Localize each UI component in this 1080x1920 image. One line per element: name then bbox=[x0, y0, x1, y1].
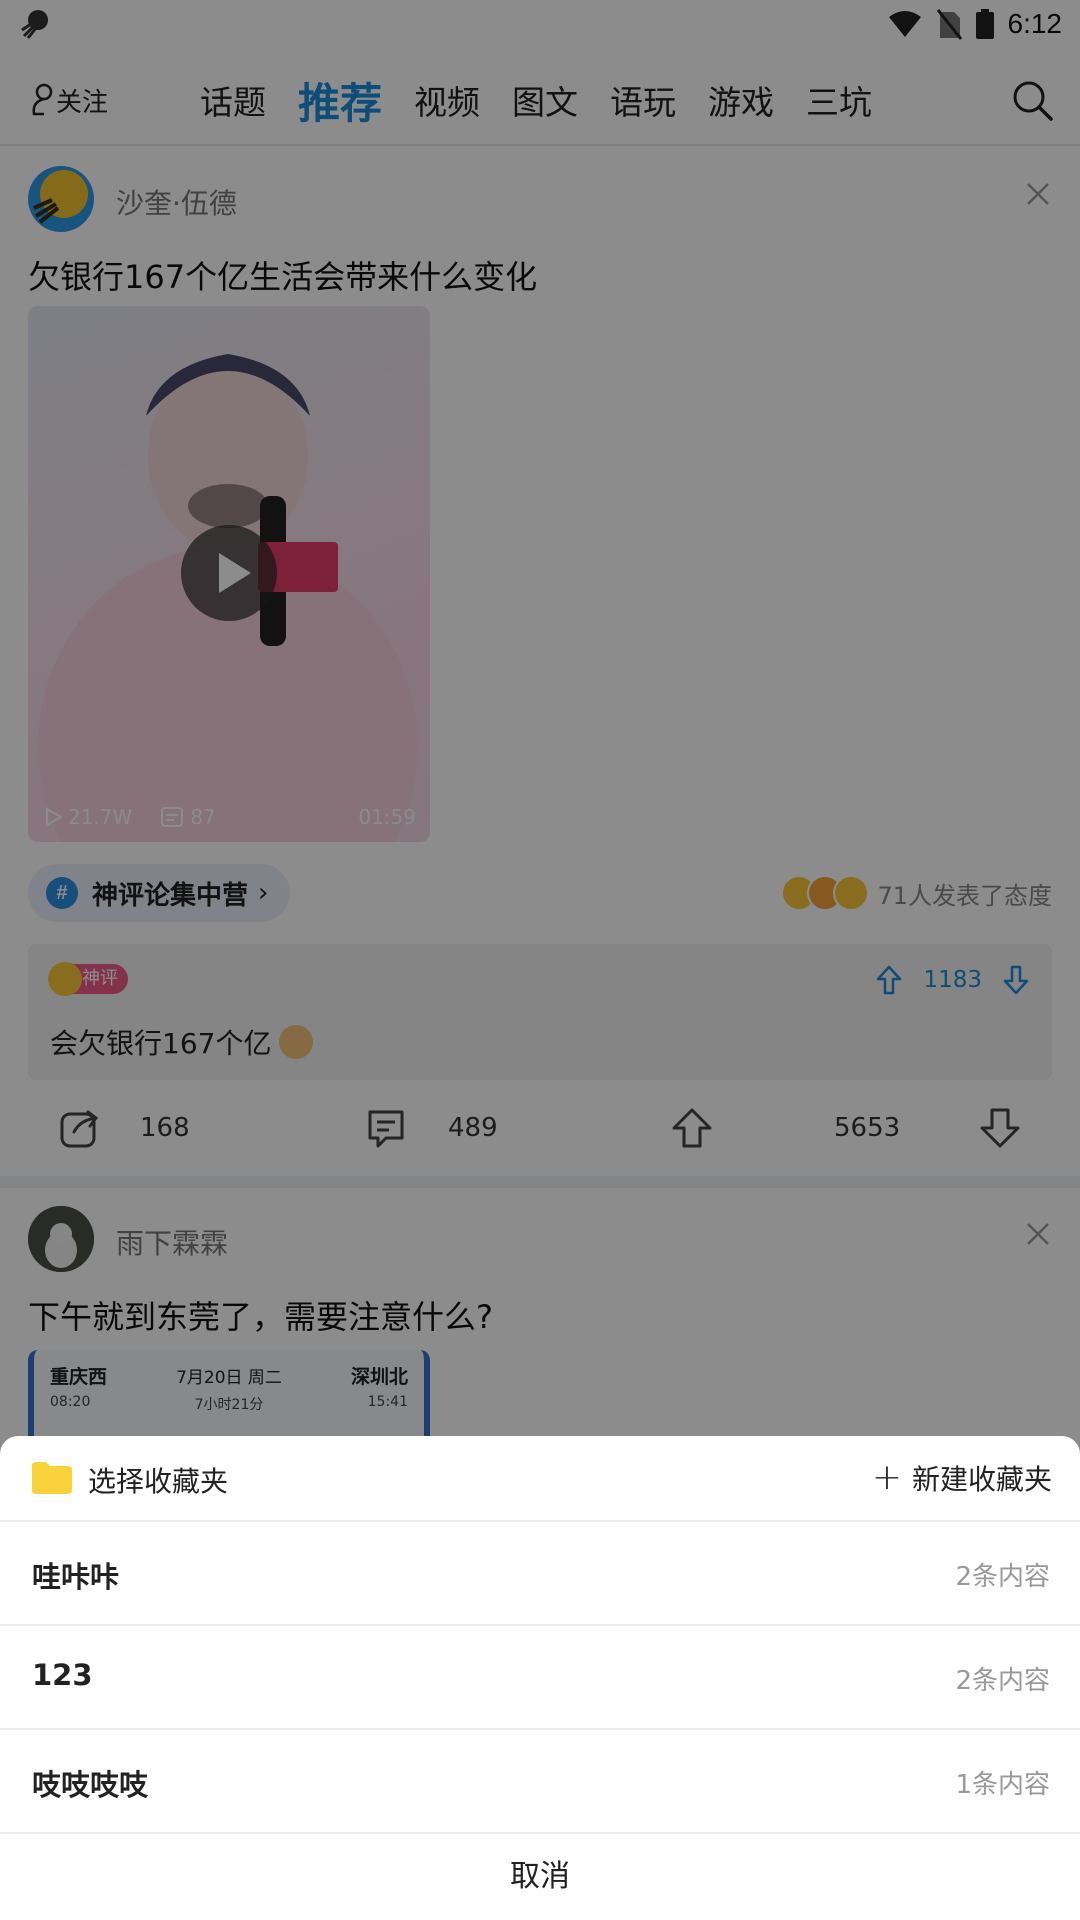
folder-item[interactable]: 吱吱吱吱 1条内容 bbox=[0, 1730, 1080, 1834]
folder-count: 1条内容 bbox=[955, 1770, 1050, 1800]
folder-name: 哇咔咔 bbox=[32, 1560, 120, 1594]
plus-icon: + bbox=[871, 1457, 902, 1498]
folder-count: 2条内容 bbox=[955, 1666, 1050, 1696]
folder-count: 2条内容 bbox=[955, 1562, 1050, 1592]
new-folder-label: 新建收藏夹 bbox=[911, 1463, 1052, 1496]
folder-icon bbox=[32, 1462, 72, 1494]
sheet-title: 选择收藏夹 bbox=[88, 1465, 229, 1498]
favorites-bottom-sheet: 选择收藏夹 + 新建收藏夹 哇咔咔 2条内容 123 2条内容 吱吱吱吱 1条内… bbox=[0, 1436, 1080, 1920]
app-screen: 6:12 关注 话题 推荐 视频 图文 语玩 游戏 三坑 沙奎·伍德 欠银行16… bbox=[0, 0, 1080, 1920]
folder-item[interactable]: 哇咔咔 2条内容 bbox=[0, 1522, 1080, 1626]
folder-item[interactable]: 123 2条内容 bbox=[0, 1626, 1080, 1730]
folder-name: 123 bbox=[32, 1658, 93, 1692]
folder-name: 吱吱吱吱 bbox=[32, 1768, 149, 1802]
cancel-button[interactable]: 取消 bbox=[0, 1834, 1080, 1920]
sheet-header: 选择收藏夹 + 新建收藏夹 bbox=[0, 1436, 1080, 1522]
new-folder-button[interactable]: + 新建收藏夹 bbox=[872, 1458, 1052, 1498]
